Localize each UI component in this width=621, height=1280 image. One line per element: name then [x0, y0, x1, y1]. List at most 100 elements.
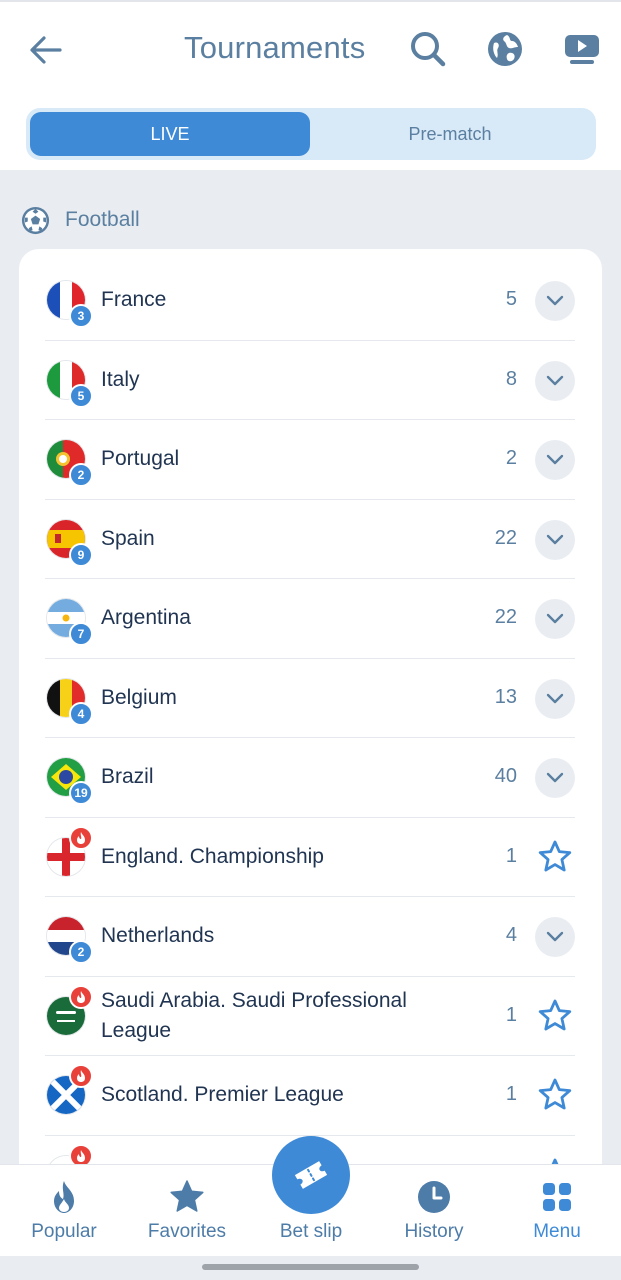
- sport-name: Football: [65, 208, 140, 231]
- nav-label: Bet slip: [279, 1221, 343, 1242]
- event-count: 22: [494, 606, 517, 628]
- flame-icon: [54, 1181, 74, 1213]
- football-icon: [21, 206, 50, 234]
- language-button[interactable]: [485, 29, 525, 69]
- event-count: 22: [494, 527, 517, 549]
- star-outline-icon: [538, 840, 572, 872]
- system-gesture-bar: [0, 1256, 621, 1280]
- tournament-row-france[interactable]: 3 France 5: [45, 261, 575, 341]
- arrow-left-icon: [30, 36, 62, 64]
- live-count-badge: 4: [69, 702, 93, 726]
- favorite-button[interactable]: [537, 1077, 573, 1113]
- tournament-row-netherlands[interactable]: 2 Netherlands 4: [45, 897, 575, 977]
- tab-prematch[interactable]: Pre-match: [310, 112, 590, 156]
- tournament-row-italy[interactable]: 5 Italy 8: [45, 341, 575, 420]
- live-video-button[interactable]: [562, 29, 602, 69]
- tournament-name: Spain: [101, 527, 155, 550]
- search-icon: [411, 32, 446, 67]
- app-header: Tournaments LIVE Pre-match: [0, 0, 621, 170]
- back-button[interactable]: [26, 30, 66, 70]
- tournament-name: Belgium: [101, 686, 177, 709]
- tournament-row-england-championship[interactable]: England. Championship 1: [45, 818, 575, 897]
- chevron-down-icon: [546, 772, 564, 783]
- nav-menu[interactable]: Menu: [495, 1165, 619, 1257]
- grid-icon: [543, 1183, 571, 1211]
- expand-button[interactable]: [535, 679, 575, 719]
- tournament-row-saudi-arabia[interactable]: Saudi Arabia. Saudi Professional League …: [45, 977, 575, 1056]
- expand-button[interactable]: [535, 917, 575, 957]
- hot-badge: [69, 985, 93, 1009]
- event-count: 40: [494, 765, 517, 787]
- live-count-badge: 9: [69, 543, 93, 567]
- expand-button[interactable]: [535, 520, 575, 560]
- favorite-button[interactable]: [537, 998, 573, 1034]
- chevron-down-icon: [546, 375, 564, 386]
- search-button[interactable]: [408, 29, 448, 69]
- flame-icon: [77, 832, 85, 844]
- expand-button[interactable]: [535, 440, 575, 480]
- tournament-row-belgium[interactable]: 4 Belgium 13: [45, 659, 575, 738]
- tournament-name: Netherlands: [101, 924, 215, 947]
- nav-favorites[interactable]: Favorites: [125, 1165, 249, 1257]
- expand-button[interactable]: [535, 758, 575, 798]
- tv-play-icon: [565, 35, 599, 64]
- clock-icon: [418, 1181, 450, 1213]
- event-count: 13: [494, 686, 517, 708]
- live-prematch-switch: LIVE Pre-match: [26, 108, 596, 160]
- chevron-down-icon: [546, 534, 564, 545]
- tournament-row-spain[interactable]: 9 Spain 22: [45, 500, 575, 579]
- star-outline-icon: [538, 999, 572, 1031]
- live-count-badge: 2: [69, 940, 93, 964]
- nav-label: Menu: [533, 1221, 581, 1242]
- chevron-down-icon: [546, 454, 564, 465]
- event-count: 5: [505, 288, 517, 310]
- event-count: 2: [505, 447, 517, 469]
- home-indicator[interactable]: [202, 1264, 419, 1270]
- event-count: 1: [505, 1004, 517, 1026]
- flame-icon: [77, 1070, 85, 1082]
- tournament-row-scotland-premier-league[interactable]: Scotland. Premier League 1: [45, 1056, 575, 1136]
- chevron-down-icon: [546, 613, 564, 624]
- nav-label: Favorites: [147, 1221, 227, 1242]
- nav-label: History: [404, 1221, 464, 1242]
- tournament-name: Scotland. Premier League: [101, 1083, 344, 1106]
- tournament-name: Portugal: [101, 447, 180, 470]
- live-count-badge: 7: [69, 622, 93, 646]
- star-icon: [170, 1180, 204, 1212]
- tournament-name: Brazil: [101, 765, 154, 788]
- live-count-badge: 3: [69, 304, 93, 328]
- tournament-name: Saudi Arabia. Saudi Professional League: [101, 989, 407, 1042]
- tournament-name: England. Championship: [101, 845, 324, 868]
- flame-icon: [77, 991, 85, 1003]
- event-count: 1: [505, 1083, 517, 1105]
- expand-button[interactable]: [535, 281, 575, 321]
- page-title: Tournaments: [184, 30, 366, 65]
- sport-section-header: Football: [20, 203, 140, 237]
- chevron-down-icon: [546, 295, 564, 306]
- star-outline-icon: [538, 1078, 572, 1110]
- tournament-row-portugal[interactable]: 2 Portugal 2: [45, 420, 575, 500]
- live-count-badge: 5: [69, 384, 93, 408]
- favorite-button[interactable]: [537, 839, 573, 875]
- expand-button[interactable]: [535, 599, 575, 639]
- tournament-row-brazil[interactable]: 19 Brazil 40: [45, 738, 575, 818]
- tab-live[interactable]: LIVE: [30, 112, 310, 156]
- nav-label: Popular: [31, 1221, 97, 1242]
- nav-history[interactable]: History: [372, 1165, 496, 1257]
- expand-button[interactable]: [535, 361, 575, 401]
- event-count: 1: [505, 845, 517, 867]
- flame-icon: [77, 1150, 85, 1162]
- event-count: 8: [505, 368, 517, 390]
- event-count: 4: [505, 924, 517, 946]
- nav-popular[interactable]: Popular: [2, 1165, 126, 1257]
- bet-slip-button[interactable]: [272, 1136, 350, 1214]
- tournament-name: France: [101, 288, 167, 311]
- live-count-badge: 19: [69, 781, 93, 805]
- chevron-down-icon: [546, 931, 564, 942]
- tournament-row-argentina[interactable]: 7 Argentina 22: [45, 579, 575, 659]
- hot-badge: [69, 826, 93, 850]
- tournament-name: Argentina: [101, 606, 191, 629]
- hot-badge: [69, 1064, 93, 1088]
- globe-icon: [488, 32, 522, 66]
- live-count-badge: 2: [69, 463, 93, 487]
